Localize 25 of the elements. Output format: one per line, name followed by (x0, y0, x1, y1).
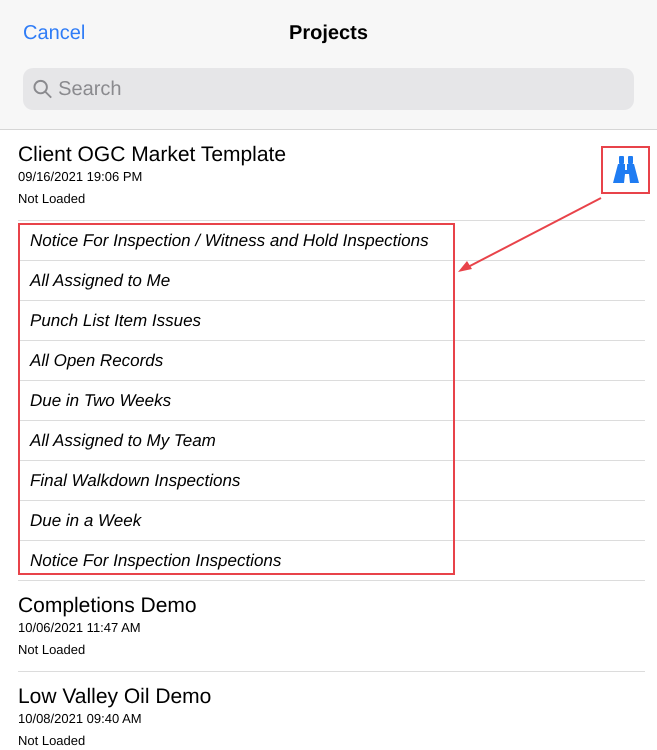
highlight-frame[interactable] (601, 146, 650, 194)
project-name[interactable]: Client OGC Market Template (18, 142, 601, 168)
project-date: 10/08/2021 09:40 AM (18, 710, 143, 728)
search-icon (33, 79, 52, 99)
project-status: Not Loaded (18, 732, 86, 750)
project-status: Not Loaded (18, 641, 86, 659)
query-item[interactable]: Notice For Inspection / Witness and Hold Inspections (30, 228, 429, 254)
project-status: Not Loaded (18, 190, 86, 208)
query-item[interactable]: Punch List Item Issues (30, 308, 202, 334)
screen-title: Projects (289, 21, 368, 46)
query-item[interactable]: Notice For Inspection Inspections (30, 548, 282, 574)
query-item[interactable]: All Open Records (30, 348, 164, 374)
project-name[interactable]: Low Valley Oil Demo (18, 684, 645, 710)
query-item[interactable]: Due in a Week (30, 508, 142, 534)
project-date: 09/16/2021 19:06 PM (18, 168, 144, 186)
binoculars-icon (612, 155, 640, 185)
query-item[interactable]: All Assigned to My Team (30, 428, 216, 454)
query-item[interactable]: Due in Two Weeks (30, 388, 172, 414)
query-item[interactable]: All Assigned to Me (30, 268, 170, 294)
project-date: 10/06/2021 11:47 AM (18, 619, 142, 637)
project-name[interactable]: Completions Demo (18, 593, 645, 619)
query-item[interactable]: Final Walkdown Inspections (30, 468, 240, 494)
search-field[interactable]: Search (58, 74, 624, 104)
cancel-button[interactable]: Cancel (23, 18, 86, 48)
search-bar[interactable]: Search (23, 68, 634, 110)
